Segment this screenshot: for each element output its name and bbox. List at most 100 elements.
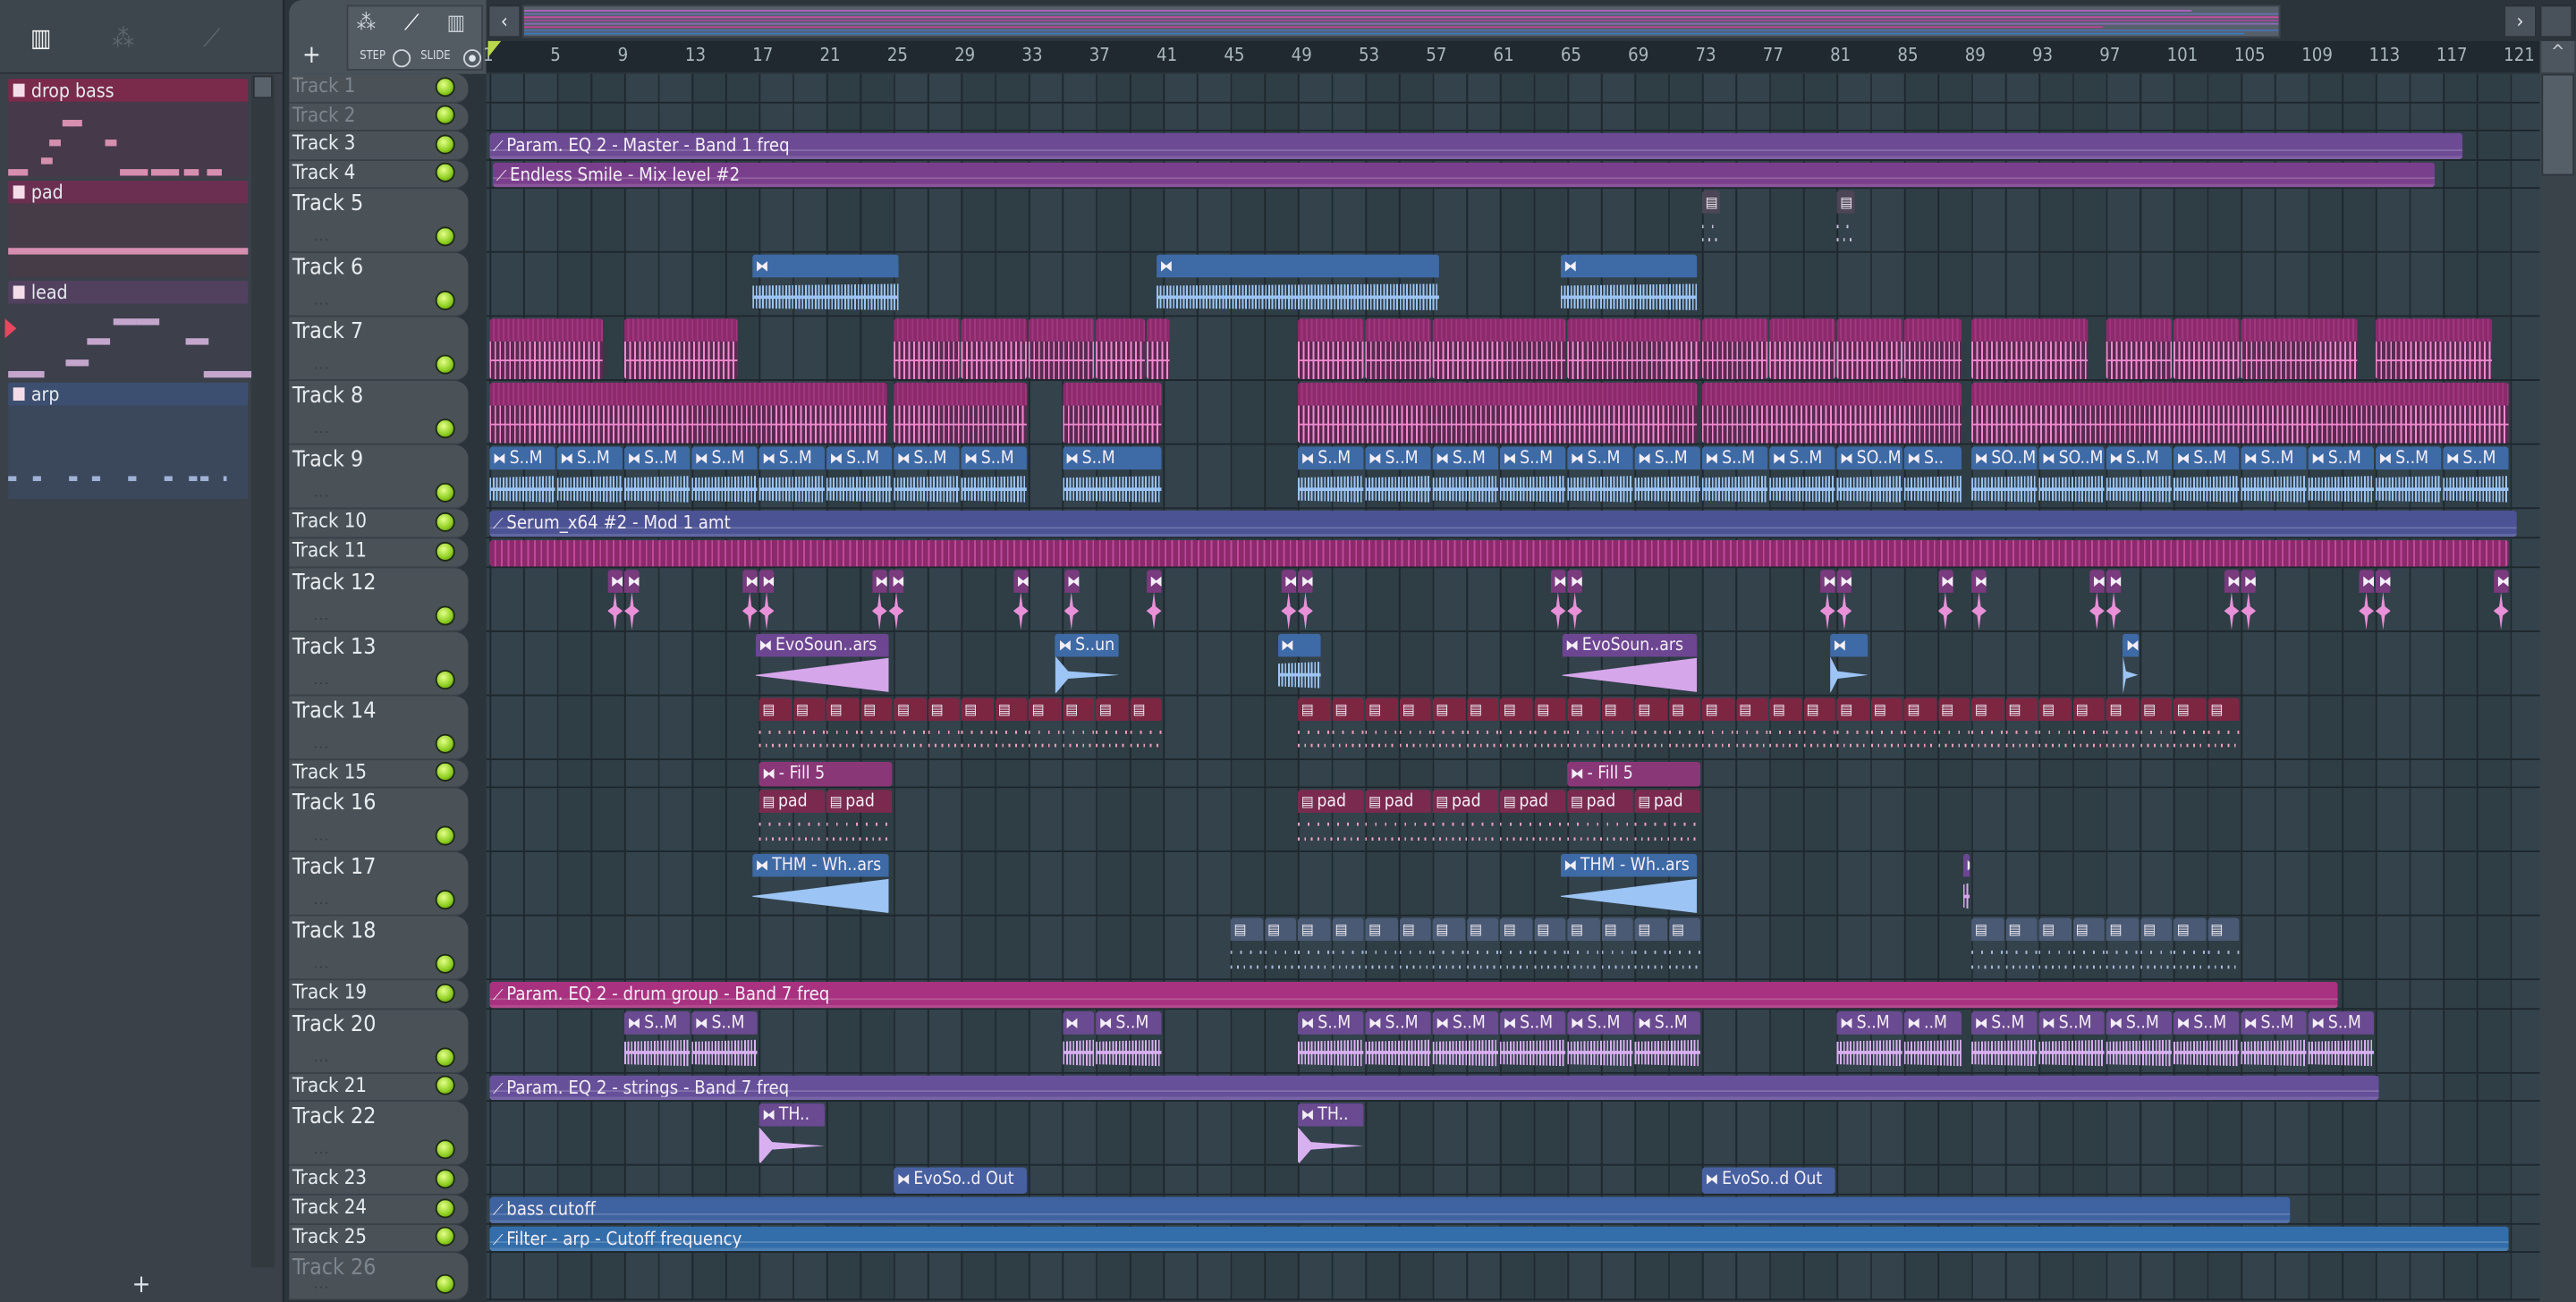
- clip-audio[interactable]: ⧓ SO..M: [1971, 447, 2038, 508]
- clip-audio[interactable]: ⧓ S..M: [2241, 1010, 2307, 1072]
- clip-star[interactable]: ⧓: [2106, 569, 2122, 630]
- clip-pattern[interactable]: ▤: [1701, 190, 1721, 252]
- clip-audio[interactable]: ⧓ S..M: [1499, 447, 1566, 508]
- clip-audio[interactable]: ⧓ S..M: [556, 447, 623, 508]
- track-header[interactable]: Track 2: [289, 102, 469, 132]
- clip-auto[interactable]: ⟋ Param. EQ 2 - strings - Band 7 freq: [489, 1075, 2379, 1101]
- clip-auto[interactable]: ⟋ Param. EQ 2 - drum group - Band 7 freq: [489, 982, 2339, 1008]
- clip-dense[interactable]: [1432, 318, 1566, 380]
- clip-dense[interactable]: [1903, 318, 1962, 380]
- track-mute-led[interactable]: [435, 291, 455, 311]
- pattern-preview[interactable]: [8, 303, 253, 380]
- clip-pattern[interactable]: ▤: [1836, 697, 1869, 758]
- track-header[interactable]: Track 25: [289, 1223, 469, 1254]
- track-options-icon[interactable]: ···: [314, 233, 330, 249]
- clip-audio[interactable]: ⧓ S..M: [623, 447, 691, 508]
- clip-audio[interactable]: ⧓ S..M: [1701, 447, 1768, 508]
- clip-dense[interactable]: [1096, 318, 1145, 380]
- clip-pattern[interactable]: ▤: [1836, 190, 1856, 252]
- clip-star[interactable]: ⧓: [623, 569, 640, 630]
- clip-star[interactable]: ⧓: [1836, 569, 1852, 630]
- track-header[interactable]: Track 10: [289, 509, 469, 539]
- slide-toggle[interactable]: [462, 49, 482, 68]
- clip-pattern[interactable]: ▤: [1701, 697, 1734, 758]
- track-lane[interactable]: ⧓ - Fill 5 ⧓ - Fill 5: [486, 759, 2540, 789]
- track-mute-led[interactable]: [435, 669, 455, 689]
- clip-star[interactable]: ⧓: [1146, 569, 1162, 630]
- clip-star[interactable]: ⧓: [2493, 569, 2509, 630]
- clip-pattern[interactable]: ▤: [1432, 697, 1465, 758]
- track-options-icon[interactable]: ···: [314, 1281, 330, 1297]
- track-mute-led[interactable]: [435, 134, 455, 155]
- clip-dense[interactable]: [1567, 318, 1700, 380]
- clip-full[interactable]: ⧓ - Fill 5: [758, 761, 893, 787]
- add-track-button[interactable]: +: [302, 39, 321, 69]
- clip-pattern[interactable]: ▤ pad: [1297, 790, 1364, 851]
- clip-pattern[interactable]: ▤: [2038, 917, 2072, 979]
- clip-pattern[interactable]: ▤: [1331, 697, 1364, 758]
- track-lane[interactable]: ▤ ▤ ▤ ▤ ▤ ▤ ▤ ▤ ▤ ▤ ▤ ▤ ▤ ▤ ▤ ▤ ▤ ▤ ▤ ▤ ▤ ▤ ▤ ▤ ▤ ▤ ▤ ▤ ▤ ▤ ▤ ▤ ▤ ▤ ▤ ▤ ▤ ▤ ▤ ▤: [486, 695, 2540, 760]
- clip-ramp[interactable]: ⧓ THM - Wh..ars: [752, 854, 889, 915]
- clip-full[interactable]: ⧓ - Fill 5: [1567, 761, 1700, 787]
- track-lane[interactable]: ⧓THM - Wh..ars⧓THM - Wh..ars⧓: [486, 852, 2540, 917]
- track-mute-led[interactable]: [435, 1047, 455, 1068]
- track-header[interactable]: Track 20 ···: [289, 1009, 469, 1074]
- clip-audio[interactable]: ⧓ SO..M: [1836, 447, 1902, 508]
- clip-audio[interactable]: ⧓ S..M: [1365, 1010, 1431, 1072]
- clip-pattern[interactable]: ▤: [1432, 917, 1465, 979]
- clip-audio[interactable]: ⧓ S..M: [489, 447, 555, 508]
- clip-audio[interactable]: ⧓ S..M: [2173, 1010, 2240, 1072]
- pattern-header[interactable]: drop bass: [8, 79, 249, 102]
- clip-audio[interactable]: ⧓: [1156, 255, 1440, 316]
- clip-ramp[interactable]: ⧓ EvoSoun..ars: [1562, 632, 1698, 694]
- track-header[interactable]: Track 23: [289, 1166, 469, 1196]
- clip-pattern[interactable]: ▤: [1398, 697, 1431, 758]
- track-header[interactable]: Track 16 ···: [289, 788, 469, 853]
- clip-hit[interactable]: ⧓ TH..: [758, 1103, 826, 1165]
- clip-pattern[interactable]: ▤: [2207, 697, 2240, 758]
- vertical-scrollbar[interactable]: ^: [2539, 40, 2576, 1302]
- clip-audio[interactable]: ⧓ S..M: [1297, 1010, 1364, 1072]
- clip-pattern[interactable]: ▤: [894, 697, 926, 758]
- automation-icon[interactable]: ⟋: [404, 12, 419, 37]
- clip-pattern[interactable]: ▤: [2173, 917, 2206, 979]
- clip-star[interactable]: ⧓: [888, 569, 904, 630]
- clip-dense[interactable]: [2106, 318, 2173, 380]
- clip-pattern[interactable]: ▤: [826, 697, 859, 758]
- track-options-icon[interactable]: ···: [314, 960, 330, 976]
- track-lane[interactable]: ⟋ bass cutoff: [486, 1195, 2540, 1224]
- clip-pattern[interactable]: ▤: [1870, 697, 1902, 758]
- clip-pattern[interactable]: ▤: [995, 697, 1027, 758]
- clip-audio[interactable]: ⧓: [752, 255, 899, 316]
- clip-pattern[interactable]: ▤: [2004, 697, 2038, 758]
- track-mute-led[interactable]: [435, 1226, 455, 1247]
- clip-pattern[interactable]: ▤: [1668, 917, 1700, 979]
- clip-audio[interactable]: ⧓ S..M: [961, 447, 1027, 508]
- track-mute-led[interactable]: [435, 163, 455, 183]
- clip-audio[interactable]: ⧓: [1277, 632, 1322, 694]
- clip-pattern[interactable]: ▤: [1903, 697, 1936, 758]
- clip-star[interactable]: ⧓: [2241, 569, 2257, 630]
- track-options-icon[interactable]: ···: [314, 612, 330, 627]
- clip-hit[interactable]: ⧓ S..un: [1055, 632, 1120, 694]
- track-header[interactable]: Track 5 ···: [289, 189, 469, 254]
- clip-pattern[interactable]: ▤: [1567, 917, 1600, 979]
- track-mute-led[interactable]: [435, 483, 455, 503]
- clip-pattern[interactable]: ▤: [1365, 917, 1398, 979]
- zoom-handle[interactable]: [2539, 4, 2573, 38]
- clip-star[interactable]: ⧓: [2089, 569, 2105, 630]
- clip-pattern[interactable]: ▤: [860, 697, 893, 758]
- timeline-ruler[interactable]: 1 5 9 13 17 21 25 29 33 37 41 45 49 53 57 61 65 69 73 77 81 8…: [483, 40, 2540, 72]
- track-header[interactable]: Track 9 ···: [289, 445, 469, 510]
- clip-audio[interactable]: ⧓ S..M: [1499, 1010, 1566, 1072]
- clip-pattern[interactable]: ▤: [2072, 697, 2105, 758]
- clip-audio[interactable]: ⧓ S..M: [2106, 1010, 2173, 1072]
- clip-hit[interactable]: ⧓ TH..: [1297, 1103, 1364, 1165]
- clip-pattern[interactable]: ▤: [2140, 917, 2173, 979]
- track-lane[interactable]: ⧓ TH.. ⧓ TH..: [486, 1102, 2540, 1167]
- clip-pattern[interactable]: ▤: [1264, 917, 1297, 979]
- track-header[interactable]: Track 17 ···: [289, 852, 469, 917]
- clip-pattern[interactable]: ▤ pad: [1499, 790, 1566, 851]
- track-options-icon[interactable]: ···: [314, 1146, 330, 1162]
- clip-audio[interactable]: ⧓ S..M: [2173, 447, 2240, 508]
